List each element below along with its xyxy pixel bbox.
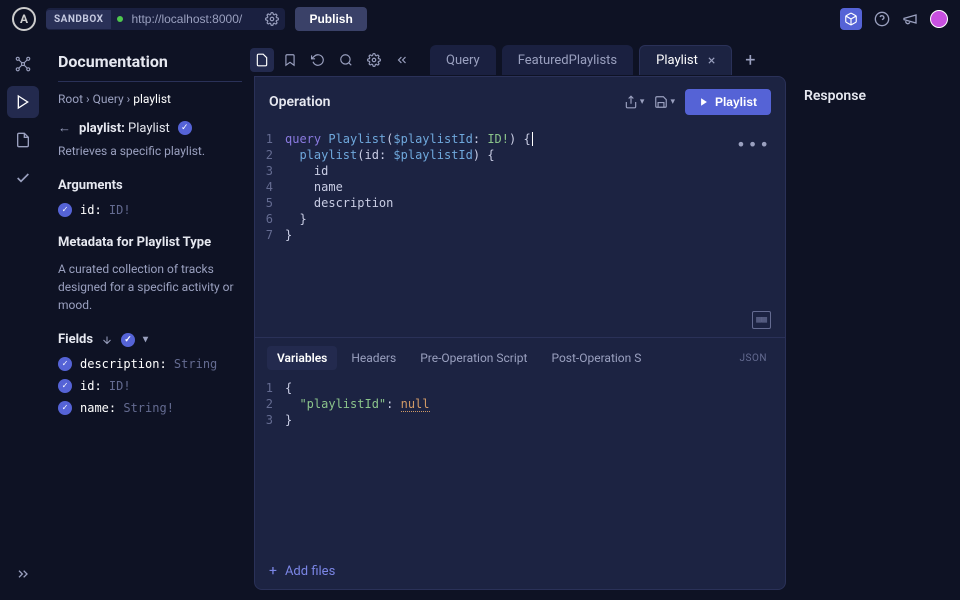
tab-featured-playlists[interactable]: FeaturedPlaylists [502, 45, 633, 75]
sandbox-badge: SANDBOX [46, 10, 111, 29]
variables-editor[interactable]: 1{ 2 "playlistId": null 3} [255, 374, 785, 553]
keyboard-icon[interactable]: ▦▦ [752, 311, 771, 329]
rail-explorer-icon[interactable] [7, 86, 39, 118]
operation-pane: Operation ▾ ▾ [254, 76, 786, 590]
subtab-headers[interactable]: Headers [341, 346, 406, 370]
crumb-root[interactable]: Root [58, 92, 83, 106]
chevron-down-icon[interactable]: ▾ [143, 334, 148, 345]
help-icon[interactable] [874, 11, 890, 27]
response-title: Response [804, 88, 946, 104]
collapse-icon[interactable] [390, 48, 414, 72]
metadata-desc: A curated collection of tracks designed … [58, 260, 242, 314]
doc-description: Retrieves a specific playlist. [58, 144, 242, 158]
field-row[interactable]: ✓ name: String! [58, 401, 242, 415]
panel-docs-icon[interactable] [250, 48, 274, 72]
crumb-query[interactable]: Query [93, 92, 124, 106]
save-icon[interactable]: ▾ [654, 95, 675, 109]
plus-icon: + [269, 563, 277, 579]
search-icon[interactable] [334, 48, 358, 72]
arguments-heading: Arguments [58, 178, 242, 193]
check-circle-icon[interactable]: ✓ [178, 121, 192, 135]
rail-check-icon[interactable] [7, 162, 39, 194]
response-pane: Response [800, 76, 950, 590]
rail-schema-icon[interactable] [7, 48, 39, 80]
subtab-preop[interactable]: Pre-Operation Script [410, 346, 537, 370]
apollo-logo: A [12, 7, 36, 31]
megaphone-icon[interactable] [902, 11, 918, 27]
close-icon[interactable]: × [708, 53, 715, 69]
tab-playlist[interactable]: Playlist × [639, 45, 732, 75]
check-circle-icon: ✓ [58, 357, 72, 371]
tab-bar: Query FeaturedPlaylists Playlist × + [254, 44, 950, 76]
user-avatar[interactable] [930, 10, 948, 28]
publish-button[interactable]: Publish [295, 7, 366, 31]
connection-status-dot [117, 16, 123, 22]
url-settings-icon[interactable] [259, 12, 285, 26]
crumb-current: playlist [133, 92, 171, 106]
documentation-panel: Documentation Root › Query › playlist ← … [46, 38, 254, 600]
operation-editor[interactable]: ••• ▦▦ 1query Playlist($playlistId: ID!)… [255, 127, 785, 337]
docs-title: Documentation [58, 52, 242, 82]
rail-expand-icon[interactable] [7, 558, 39, 590]
operation-title: Operation [269, 94, 330, 110]
url-group: SANDBOX [46, 8, 285, 30]
check-circle-icon: ✓ [58, 203, 72, 217]
rail-docs-icon[interactable] [7, 124, 39, 156]
top-bar: A SANDBOX Publish [0, 0, 960, 38]
check-circle-icon: ✓ [58, 379, 72, 393]
subtab-postop[interactable]: Post-Operation S [541, 346, 651, 370]
more-icon[interactable]: ••• [736, 137, 771, 153]
field-row[interactable]: ✓ description: String [58, 357, 242, 371]
json-badge: JSON [740, 353, 773, 364]
metadata-heading: Metadata for Playlist Type [58, 235, 242, 250]
field-row[interactable]: ✓ id: ID! [58, 379, 242, 393]
back-arrow-icon[interactable]: ← [58, 120, 71, 136]
run-button[interactable]: Playlist [685, 89, 771, 115]
url-input[interactable] [129, 11, 259, 27]
cube-icon[interactable] [840, 8, 862, 30]
settings-icon[interactable] [362, 48, 386, 72]
add-files-button[interactable]: + Add files [255, 553, 785, 589]
subtab-variables[interactable]: Variables [267, 346, 337, 370]
history-icon[interactable] [306, 48, 330, 72]
doc-field-heading: playlist: Playlist [79, 121, 170, 136]
sub-tab-bar: Variables Headers Pre-Operation Script P… [255, 337, 785, 374]
check-circle-icon: ✓ [58, 401, 72, 415]
check-circle-icon[interactable]: ✓ [121, 333, 135, 347]
argument-row[interactable]: ✓ id: ID! [58, 203, 242, 217]
add-tab-button[interactable]: + [738, 48, 762, 72]
tab-query[interactable]: Query [430, 45, 496, 75]
left-rail [0, 38, 46, 600]
breadcrumb: Root › Query › playlist [58, 92, 242, 106]
fields-heading: Fields ✓ ▾ [58, 332, 242, 347]
bookmark-icon[interactable] [278, 48, 302, 72]
share-icon[interactable]: ▾ [624, 95, 645, 109]
sort-icon[interactable] [101, 334, 113, 346]
